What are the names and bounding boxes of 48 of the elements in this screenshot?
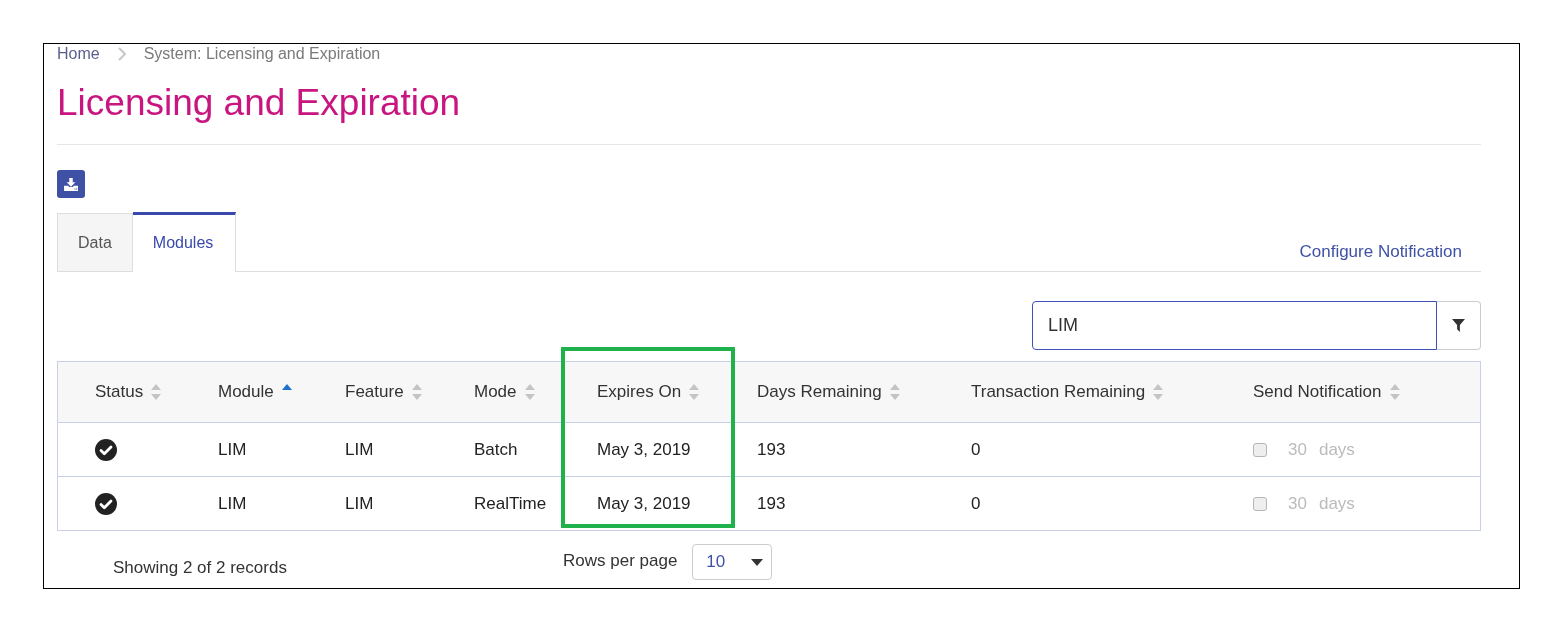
column-header[interactable]: Status (58, 362, 181, 422)
column-header[interactable]: Feature (308, 362, 437, 422)
sort-icon[interactable] (411, 384, 422, 400)
notification-days-unit: days (1318, 493, 1355, 514)
table-cell: 0 (934, 476, 1216, 530)
page-title: Licensing and Expiration (57, 81, 461, 125)
column-header[interactable]: Mode (437, 362, 560, 422)
sort-ascending-icon[interactable] (281, 384, 292, 390)
sort-icon[interactable] (689, 384, 700, 400)
download-icon (64, 177, 78, 191)
column-header[interactable]: Send Notification (1216, 362, 1480, 422)
filter-button[interactable] (1437, 301, 1481, 350)
table-cell: LIM (308, 476, 437, 530)
rows-per-page-select[interactable]: 10 (692, 544, 773, 580)
table-cell: 193 (720, 422, 934, 476)
rows-per-page-label: Rows per page (563, 551, 678, 571)
table-cell: 193 (720, 476, 934, 530)
breadcrumb-current: System: Licensing and Expiration (143, 45, 381, 63)
notification-days-value: 30 (1288, 493, 1307, 514)
chevron-icon (117, 47, 126, 61)
tab[interactable]: Data (57, 213, 133, 271)
search-field[interactable]: LIM (1032, 301, 1437, 350)
table-cell: LIM (308, 422, 437, 476)
caret-icon (751, 558, 764, 566)
breadcrumb-link[interactable]: Home (57, 45, 100, 63)
table-cell: LIM (181, 476, 308, 530)
sort-icon[interactable] (151, 384, 162, 400)
tab[interactable]: Modules (132, 212, 237, 272)
table-cell: May 3, 2019 (560, 422, 720, 476)
table-cell: LIM (181, 422, 308, 476)
download-button[interactable] (57, 170, 85, 198)
table-cell: Batch (437, 422, 560, 476)
table-cell: 0 (934, 422, 1216, 476)
configure-notification-link[interactable]: Configure Notification (1299, 242, 1462, 262)
column-header[interactable]: Transaction Remaining (934, 362, 1216, 422)
column-header[interactable]: Expires On (560, 362, 720, 422)
table-cell: RealTime (437, 476, 560, 530)
notification-days-value: 30 (1288, 439, 1307, 460)
notification-days-unit: days (1318, 439, 1355, 460)
column-header[interactable]: Days Remaining (720, 362, 934, 422)
column-header[interactable]: Module (181, 362, 308, 422)
records-count: Showing 2 of 2 records (113, 558, 287, 578)
sort-icon[interactable] (1153, 384, 1164, 400)
table-cell: May 3, 2019 (560, 476, 720, 530)
sort-icon[interactable] (524, 384, 535, 400)
sort-icon[interactable] (1389, 384, 1400, 400)
filter-icon (1452, 319, 1465, 332)
sort-icon[interactable] (889, 384, 900, 400)
